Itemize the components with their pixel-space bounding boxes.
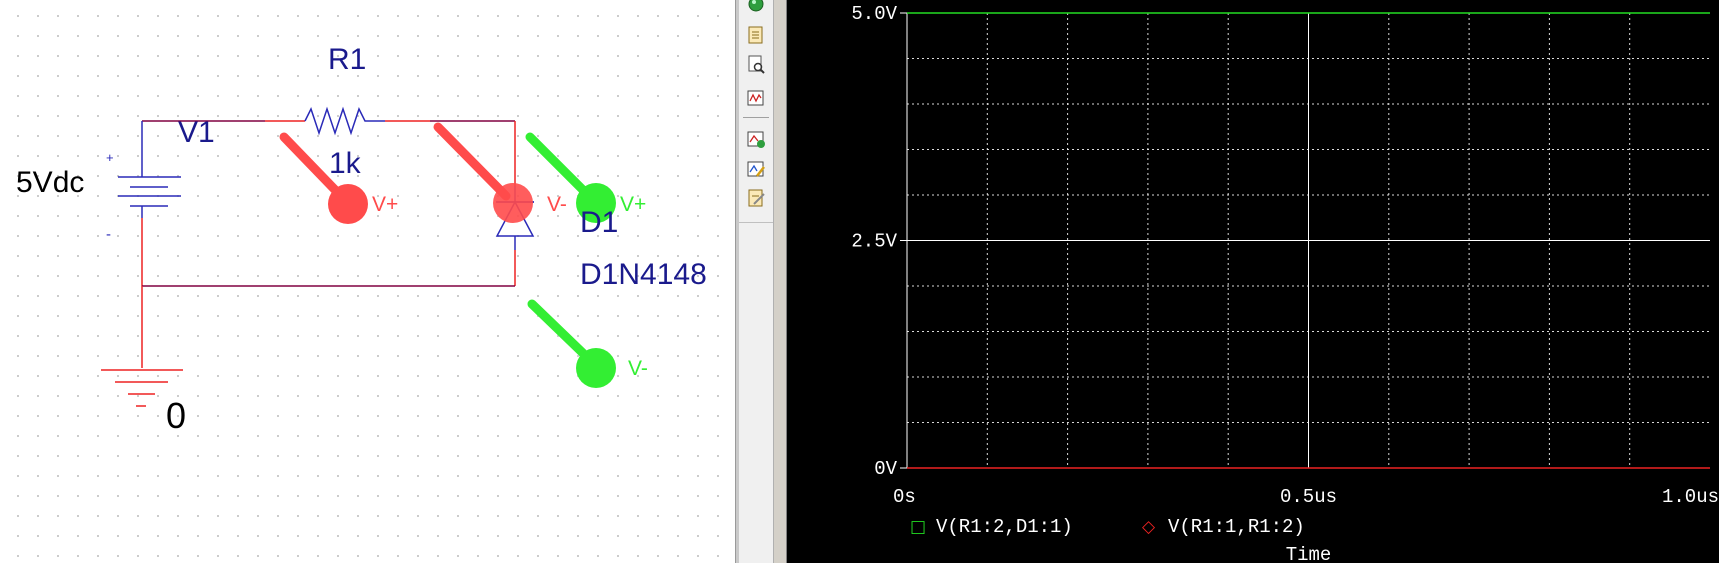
probe-plot-window[interactable]: 5.0V 2.5V 0V 0s 0.5us 1.0us □ V(R1:2,D1:1) ◇ V(R1… (787, 0, 1719, 563)
document-icon[interactable] (746, 25, 766, 45)
battery-v1[interactable] (118, 170, 181, 212)
x-axis-label: Time (1286, 544, 1332, 563)
r1-value-label[interactable]: 1k (329, 147, 361, 181)
green-vminus-label: V- (628, 357, 648, 380)
legend-marker-1: □ (910, 517, 926, 537)
v1-plus-sign: + (106, 150, 114, 165)
waveform-plot[interactable]: 5.0V 2.5V 0V 0s 0.5us 1.0us □ V(R1:2,D1:1) ◇ V(R1… (787, 0, 1719, 563)
waveform-icon[interactable] (746, 88, 766, 108)
document-search-icon[interactable] (746, 54, 766, 74)
legend-entry-1[interactable]: V(R1:2,D1:1) (936, 516, 1073, 538)
v1-name-label[interactable]: V1 (178, 116, 215, 150)
schematic-canvas[interactable]: R1 1k V1 5Vdc + - 0 D1 D1N4148 V+ V- V+ … (0, 0, 738, 563)
red-marker-vminus[interactable] (433, 122, 533, 223)
x-tick-label: 0.5us (1280, 486, 1337, 508)
ground-label[interactable]: 0 (166, 395, 186, 437)
run-icon[interactable] (746, 0, 766, 20)
d1-value-label[interactable]: D1N4148 (580, 258, 707, 292)
marker-stem (527, 299, 593, 363)
x-tick-label: 0s (893, 486, 916, 508)
y-tick-label: 5.0V (851, 3, 897, 25)
red-vplus-label: V+ (372, 193, 399, 216)
red-vminus-label: V- (547, 193, 567, 216)
legend-entry-2[interactable]: V(R1:1,R1:2) (1168, 516, 1305, 538)
d1-name-label[interactable]: D1 (580, 206, 618, 240)
marker-stem (525, 132, 590, 197)
x-tick-label: 1.0us (1662, 486, 1719, 508)
green-marker-vminus[interactable] (527, 299, 616, 388)
window-border (774, 0, 787, 563)
marker-stem (433, 122, 511, 201)
marker-head (328, 184, 368, 224)
add-trace-icon[interactable] (746, 129, 766, 149)
y-tick-label: 0V (874, 458, 897, 480)
green-vplus-label: V+ (620, 193, 647, 216)
marker-head (493, 183, 533, 223)
edit-trace-icon[interactable] (746, 159, 766, 179)
v1-minus-sign: - (106, 226, 111, 243)
toolbar-separator (743, 117, 769, 118)
notes-icon[interactable] (746, 188, 766, 208)
legend-marker-2: ◇ (1142, 517, 1156, 537)
marker-head (576, 348, 616, 388)
toolbar-bottom-edge (739, 222, 773, 223)
r1-name-label[interactable]: R1 (328, 43, 366, 77)
y-tick-label: 2.5V (851, 231, 897, 253)
v1-value-label[interactable]: 5Vdc (16, 166, 84, 200)
resistor-r1[interactable] (304, 106, 385, 136)
probe-toolbar (739, 0, 774, 563)
